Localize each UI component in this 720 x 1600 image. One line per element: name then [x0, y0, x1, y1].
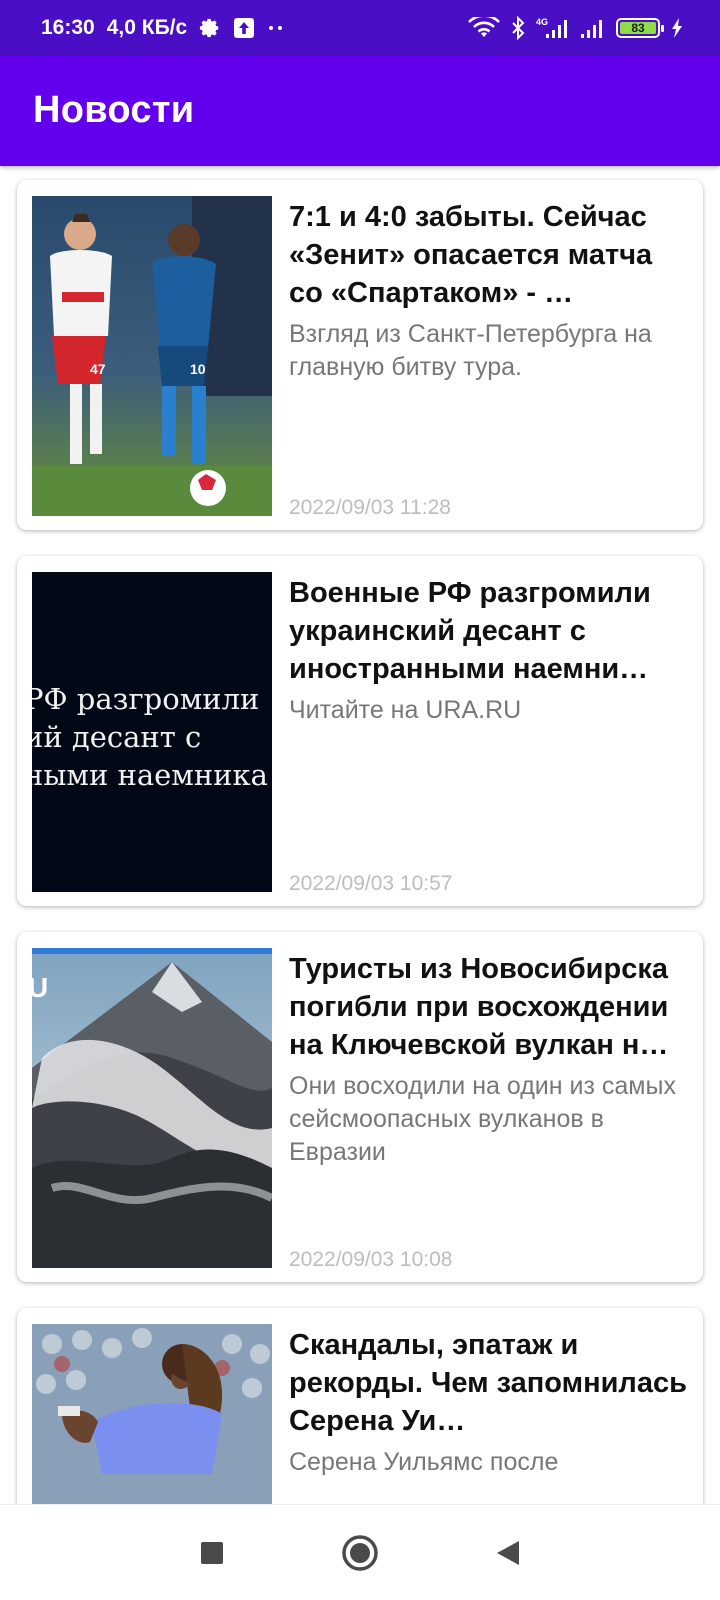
status-time: 16:30 — [41, 15, 95, 39]
upload-icon — [233, 17, 255, 39]
news-title: 7:1 и 4:0 забыты. Сейчас «Зенит» опасает… — [289, 201, 653, 309]
page-title: Новости — [33, 89, 195, 131]
network-speed: 4,0 КБ/с — [106, 15, 188, 39]
news-body: Туристы из Новосибирска погибли при восх… — [289, 950, 689, 1271]
svg-text:47: 47 — [90, 361, 106, 377]
news-card[interactable]: Скандалы, эпатаж и рекорды. Чем запомнил… — [17, 1308, 703, 1504]
news-card[interactable]: U Туристы из Новосибирска погибли при во… — [17, 932, 703, 1282]
image-text-line: ными наемника — [32, 758, 268, 792]
battery-level: 83 — [620, 21, 656, 35]
news-list[interactable]: 47 10 7:1 и 4:0 забыты. Сейчас «Зенит» о… — [0, 166, 720, 1504]
home-button[interactable] — [335, 1528, 385, 1578]
dots-icon — [267, 24, 285, 32]
news-description: Взгляд из Санкт-Петербурга на главную би… — [289, 320, 652, 381]
news-description: Серена Уильямс после — [289, 1448, 559, 1476]
image-logo: U — [32, 972, 49, 1003]
status-bar: 16:30 4,0 КБ/с 4G 83 — [0, 0, 720, 55]
news-body: Скандалы, эпатаж и рекорды. Чем запомнил… — [289, 1326, 689, 1504]
news-title: Военные РФ разгромили украинский десант … — [289, 577, 651, 685]
news-body: Военные РФ разгромили украинский десант … — [289, 574, 689, 895]
news-title: Туристы из Новосибирска погибли при восх… — [289, 953, 669, 1061]
bluetooth-icon — [510, 15, 526, 40]
news-image-football: 47 10 — [32, 196, 272, 516]
news-card[interactable]: 47 10 7:1 и 4:0 забыты. Сейчас «Зенит» о… — [17, 180, 703, 530]
battery-icon: 83 — [616, 17, 664, 38]
svg-text:4G: 4G — [536, 17, 548, 27]
image-text-line: ий десант с — [32, 720, 202, 754]
recents-button[interactable] — [187, 1528, 237, 1578]
news-image-tennis — [32, 1324, 272, 1504]
system-nav-bar — [0, 1504, 720, 1600]
news-card[interactable]: РФ разгромили ий десант с ными наемника … — [17, 556, 703, 906]
news-date: 2022/09/03 10:57 — [289, 872, 453, 895]
news-date: 2022/09/03 11:28 — [289, 496, 451, 519]
gear-icon — [199, 17, 221, 39]
signal-icon — [580, 16, 606, 40]
wifi-icon — [468, 16, 500, 39]
svg-text:10: 10 — [190, 361, 206, 377]
news-title: Скандалы, эпатаж и рекорды. Чем запомнил… — [289, 1329, 687, 1437]
back-button[interactable] — [483, 1528, 533, 1578]
charging-icon — [670, 17, 684, 39]
signal-4g-icon: 4G — [536, 16, 570, 40]
news-image-headline: РФ разгромили ий десант с ными наемника — [32, 572, 272, 892]
news-description: Они восходили на один из самых сейсмоопа… — [289, 1072, 676, 1166]
image-text-line: РФ разгромили — [32, 682, 260, 716]
app-bar: Новости — [0, 55, 720, 166]
news-description: Читайте на URA.RU — [289, 696, 522, 724]
news-image-volcano: U — [32, 948, 272, 1268]
news-date: 2022/09/03 10:08 — [289, 1248, 453, 1271]
news-body: 7:1 и 4:0 забыты. Сейчас «Зенит» опасает… — [289, 198, 689, 519]
